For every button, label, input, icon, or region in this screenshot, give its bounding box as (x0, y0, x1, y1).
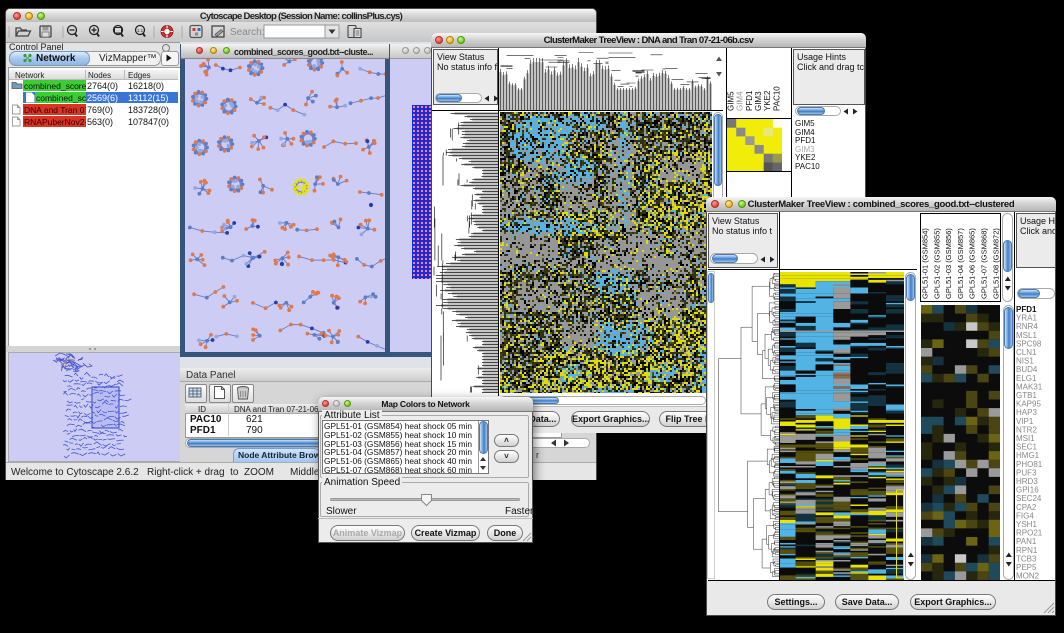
svg-text:Search:: Search: (230, 27, 264, 38)
svg-text:GPL51-07 (GSM868): GPL51-07 (GSM868) (980, 228, 989, 299)
svg-text:GPL51-04 (GSM857): GPL51-04 (GSM857) (956, 228, 965, 299)
svg-text:GPL51-03 (GSM856): GPL51-03 (GSM856) (944, 228, 953, 299)
svg-text:GPL51-01 (GSM854): GPL51-01 (GSM854) (921, 228, 930, 299)
svg-text:GIM3: GIM3 (754, 91, 763, 111)
svg-text:GIM5: GIM5 (727, 91, 736, 111)
svg-text:GIM4: GIM4 (736, 91, 745, 111)
svg-text:GPL51-06 (GSM865): GPL51-06 (GSM865) (968, 228, 977, 299)
svg-text:PFD1: PFD1 (745, 90, 754, 111)
svg-text:1:1: 1:1 (137, 28, 144, 33)
svg-text:GPL51-02 (GSM855): GPL51-02 (GSM855) (932, 228, 941, 299)
svg-text:YKE2: YKE2 (763, 90, 772, 111)
svg-text:PAC10: PAC10 (772, 86, 781, 111)
svg-text:GPL51-08 (GSM872): GPL51-08 (GSM872) (991, 228, 1000, 299)
